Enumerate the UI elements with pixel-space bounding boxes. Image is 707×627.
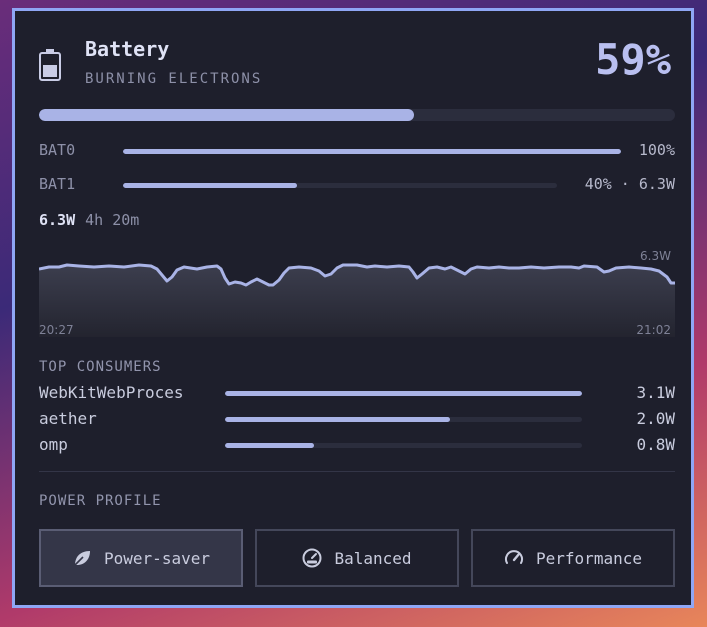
consumer-bar-fill: [225, 443, 315, 448]
power-saver-label: Power-saver: [104, 548, 210, 568]
leaf-icon: [74, 551, 91, 566]
section-divider: [39, 471, 675, 472]
consumer-row: aether 2.0W: [39, 409, 675, 429]
consumer-name: aether: [39, 409, 97, 428]
consumer-bar-fill: [225, 391, 582, 396]
battery-name: BAT0: [39, 141, 76, 159]
performance-button[interactable]: Performance: [471, 529, 675, 587]
consumer-name: omp: [39, 435, 68, 454]
battery-percent: 59%: [595, 35, 671, 84]
battery-bar: [123, 183, 557, 188]
graph-start-time: 20:27: [39, 323, 74, 337]
power-saver-button[interactable]: Power-saver: [39, 529, 243, 587]
power-draw: 6.3W: [39, 211, 76, 229]
battery-row-bat1: BAT1 40% · 6.3W: [39, 175, 675, 195]
consumer-bar-fill: [225, 417, 450, 422]
consumer-power: 2.0W: [636, 409, 675, 428]
battery-bar-fill: [123, 149, 621, 154]
panel-title: Battery: [85, 37, 170, 61]
power-stats: 6.3W 4h 20m: [39, 211, 139, 229]
performance-label: Performance: [536, 548, 642, 568]
battery-bar-fill: [123, 183, 297, 188]
graph-latest-label: 6.3W: [640, 249, 671, 263]
battery-value: 100%: [638, 141, 675, 159]
battery-name: BAT1: [39, 175, 76, 193]
gauge-icon: [302, 548, 322, 568]
power-graph-area: [39, 265, 675, 337]
consumer-name: WebKitWebProces: [39, 383, 184, 402]
top-consumers-heading: TOP CONSUMERS: [39, 359, 162, 375]
consumer-bar: [225, 417, 582, 422]
power-history-graph: [39, 263, 675, 337]
graph-end-time: 21:02: [636, 323, 671, 337]
balanced-button[interactable]: Balanced: [255, 529, 459, 587]
battery-bar: [123, 149, 621, 154]
battery-value: 40% · 6.3W: [584, 175, 675, 193]
panel-subtitle: BURNING ELECTRONS: [85, 71, 263, 87]
consumer-bar: [225, 391, 582, 396]
battery-panel: Battery BURNING ELECTRONS 59% BAT0 100% …: [12, 8, 694, 608]
power-profile-heading: POWER PROFILE: [39, 493, 162, 509]
consumer-power: 3.1W: [636, 383, 675, 402]
battery-level-fill: [39, 109, 415, 121]
consumer-row: WebKitWebProces 3.1W: [39, 383, 675, 403]
balanced-label: Balanced: [334, 548, 412, 568]
consumer-bar: [225, 443, 582, 448]
battery-level-bar: [39, 109, 675, 121]
time-remaining: 4h 20m: [85, 211, 140, 229]
battery-icon: [39, 49, 61, 81]
consumer-row: omp 0.8W: [39, 435, 675, 455]
speedometer-icon: [505, 550, 524, 564]
consumer-power: 0.8W: [636, 435, 675, 454]
battery-row-bat0: BAT0 100%: [39, 141, 675, 161]
